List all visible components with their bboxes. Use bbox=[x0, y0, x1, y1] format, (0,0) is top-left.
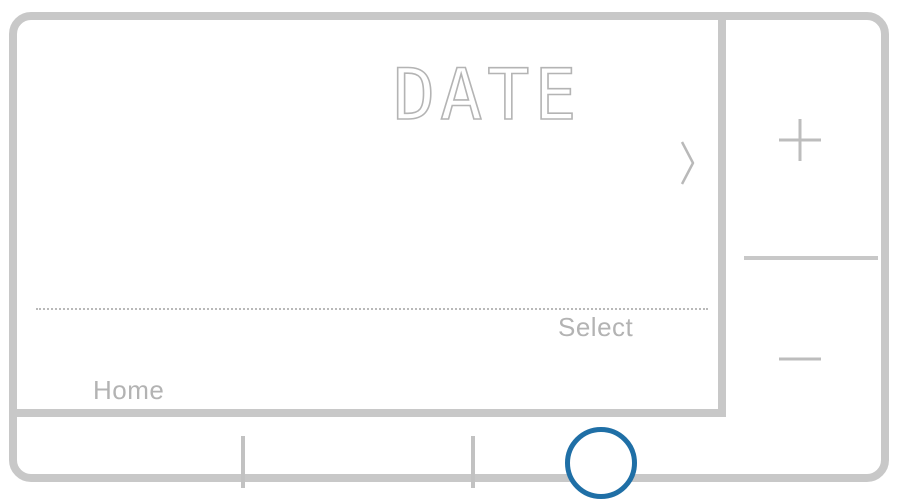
plus-icon[interactable] bbox=[775, 115, 825, 165]
minus-icon[interactable] bbox=[775, 334, 825, 384]
screen-title: DATE bbox=[392, 54, 582, 136]
bottom-middle-button[interactable] bbox=[245, 425, 471, 480]
display-screen: DATE Select Home bbox=[17, 20, 726, 417]
thermostat-device: DATE Select Home bbox=[9, 12, 889, 499]
bottom-left-button[interactable] bbox=[17, 425, 241, 480]
side-divider bbox=[744, 256, 878, 260]
chevron-right-icon[interactable] bbox=[677, 138, 699, 188]
home-button-label[interactable]: Home bbox=[93, 375, 164, 406]
select-button-label[interactable]: Select bbox=[558, 312, 633, 343]
dotted-divider bbox=[36, 308, 708, 310]
circle-button-icon[interactable] bbox=[565, 427, 637, 499]
button-separator bbox=[471, 436, 475, 488]
